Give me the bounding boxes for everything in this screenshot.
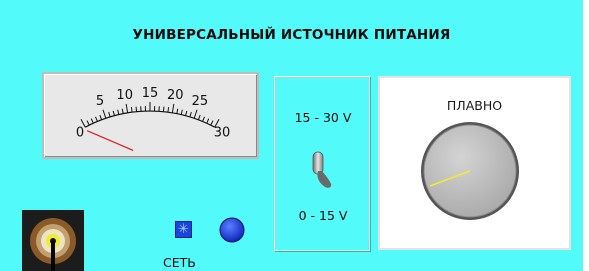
scale-label: 30 [214,125,231,140]
scale-tick [130,107,133,113]
scale-label: 0 [76,125,84,140]
scale-tick [202,116,205,122]
power-button[interactable]: ✳ [175,221,192,238]
scale-tick [167,107,170,113]
scale-tick [185,110,188,116]
scale-tick [197,114,201,120]
scale-tick [108,111,111,118]
scale-tick [102,109,107,119]
scale-label: 10 [116,88,133,103]
voltmeter: 0 5 10 15 20 25 30 [42,72,259,159]
scale-tick [125,103,129,113]
scale-tick [86,120,90,126]
panel-title: УНИВЕРСАЛЬНЫЙ ИСТОЧНИК ПИТАНИЯ [132,27,451,43]
scale-tick [193,109,198,119]
output-connector[interactable] [22,210,84,271]
snowflake-icon: ✳ [178,222,189,237]
scale-tick [95,116,98,122]
scale-tick [210,120,214,126]
scale-tick [189,111,192,118]
fine-adjust-panel: ПЛАВНО [378,76,571,250]
scale-tick [171,103,175,113]
power-indicator-led [219,217,245,243]
range-toggle-switch[interactable] [307,149,339,195]
voltmeter-needle [86,130,134,152]
scale-label: 20 [167,88,184,103]
scale-label: 25 [192,94,209,109]
power-label: СЕТЬ [163,255,196,270]
scale-label: 5 [96,94,104,109]
scale-tick [206,118,210,124]
range-label-low: 0 - 15 V [298,208,348,223]
power-supply-panel: УНИВЕРСАЛЬНЫЙ ИСТОЧНИК ПИТАНИЯ 0 5 10 15 20 2… [0,0,583,271]
voltmeter-dial: 0 5 10 15 20 25 30 [76,86,231,152]
range-switch-panel: 15 - 30 V 0 - 15 V [274,76,370,251]
scale-tick [121,108,124,114]
scale-tick [90,118,94,124]
scale-label: 15 [142,86,159,101]
scale-tick [117,109,120,115]
range-label-high: 15 - 30 V [294,110,352,125]
scale-tick [176,108,179,114]
scale-tick [180,109,183,115]
scale-tick [112,110,115,116]
scale-tick [99,114,103,120]
fine-adjust-knob[interactable] [380,78,569,248]
